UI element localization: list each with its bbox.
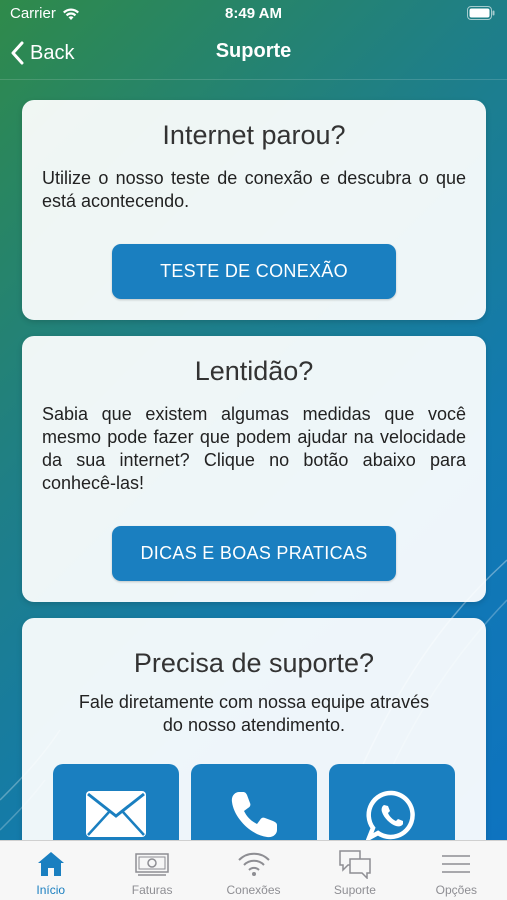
- wifi-icon: [237, 852, 270, 876]
- internet-card: Internet parou? Utilize o nosso teste de…: [22, 100, 486, 320]
- tab-conexoes[interactable]: Conexões: [203, 841, 304, 900]
- whatsapp-icon: [366, 790, 415, 842]
- slowness-card-text: Sabia que existem algumas medidas que vo…: [42, 404, 466, 493]
- chat-icon: [339, 850, 371, 879]
- tab-faturas[interactable]: Faturas: [101, 841, 202, 900]
- cash-icon: [135, 853, 169, 876]
- status-bar: Carrier 8:49 AM: [0, 0, 507, 28]
- whatsapp-contact-button[interactable]: [329, 764, 455, 848]
- internet-card-title: Internet parou?: [162, 120, 346, 150]
- tab-opcoes[interactable]: Opções: [406, 841, 507, 900]
- tab-label: Faturas: [131, 883, 173, 897]
- tab-label: Início: [36, 883, 66, 897]
- battery-icon: [467, 6, 495, 20]
- support-card-title: Precisa de suporte?: [133, 648, 375, 678]
- navigation-bar: Back Suporte: [0, 28, 507, 80]
- tab-label: Conexões: [226, 883, 281, 897]
- support-card: Precisa de suporte? Fale diretamente com…: [22, 618, 486, 848]
- email-contact-button[interactable]: [53, 764, 179, 848]
- home-icon: [37, 852, 64, 876]
- tips-button[interactable]: DICAS E BOAS PRATICAS: [112, 526, 396, 581]
- connection-test-button[interactable]: TESTE DE CONEXÃO: [112, 244, 396, 299]
- tab-label: Suporte: [333, 883, 376, 897]
- mail-icon: [86, 791, 146, 837]
- phone-contact-button[interactable]: [191, 764, 317, 848]
- support-card-text: Fale diretamente com nossa equipe atravé…: [78, 692, 430, 735]
- tab-label: Opções: [435, 883, 477, 897]
- menu-icon: [442, 855, 471, 873]
- tab-inicio[interactable]: Início: [0, 841, 101, 900]
- tab-bar: Início Faturas Conexões Suporte Opções: [0, 840, 507, 900]
- tab-suporte[interactable]: Suporte: [304, 841, 405, 900]
- internet-card-text: Utilize o nosso teste de conexão e descu…: [42, 168, 466, 211]
- phone-icon: [231, 792, 277, 838]
- page-title: Suporte: [215, 40, 292, 62]
- slowness-card-title: Lentidão?: [194, 356, 314, 386]
- status-time: 8:49 AM: [225, 5, 282, 22]
- slowness-card: Lentidão? Sabia que existem algumas medi…: [22, 336, 486, 602]
